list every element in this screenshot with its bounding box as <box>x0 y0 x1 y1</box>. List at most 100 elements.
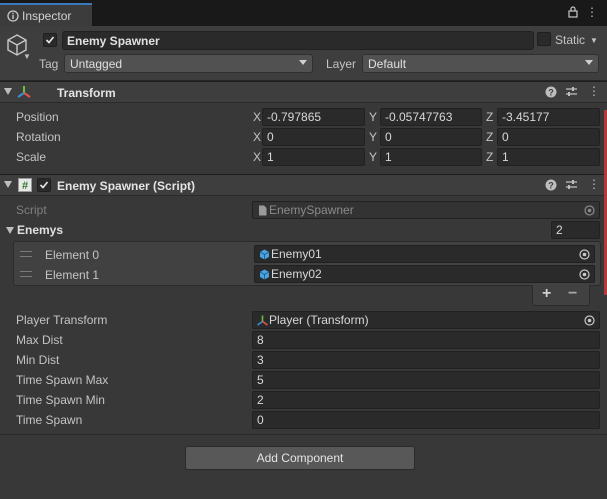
time-spawn-input[interactable]: 0 <box>252 411 600 429</box>
lock-icon[interactable] <box>567 6 579 18</box>
player-transform-label: Player Transform <box>16 313 108 327</box>
static-dropdown-arrow-icon[interactable]: ▼ <box>590 36 598 45</box>
script-file-icon <box>259 205 267 216</box>
layer-label: Layer <box>326 57 357 71</box>
axis-x-label[interactable]: X <box>253 110 261 124</box>
scale-z-input[interactable]: 1 <box>497 148 600 166</box>
scale-label: Scale <box>16 150 47 164</box>
scale-x-input[interactable]: 1 <box>262 148 365 166</box>
time-spawn-min-label: Time Spawn Min <box>16 393 105 407</box>
transform-header[interactable]: Transform ? ⋮ <box>0 81 607 103</box>
component-menu-icon[interactable]: ⋮ <box>588 84 600 98</box>
time-spawn-max-label: Time Spawn Max <box>16 373 109 387</box>
help-icon[interactable]: ? <box>545 86 559 100</box>
foldout-arrow-icon[interactable] <box>4 181 12 188</box>
time-spawn-max-input[interactable]: 5 <box>252 371 600 389</box>
position-label: Position <box>16 110 59 124</box>
tag-value: Untagged <box>70 57 123 71</box>
object-picker-icon[interactable] <box>579 249 590 260</box>
static-checkbox[interactable] <box>537 32 551 46</box>
chevron-down-icon <box>299 60 307 65</box>
add-component-button[interactable]: Add Component <box>185 446 415 470</box>
presets-sliders-icon[interactable] <box>565 86 579 100</box>
axis-z-label[interactable]: Z <box>486 110 493 124</box>
add-element-button[interactable]: + <box>542 285 551 303</box>
prefab-icon <box>259 269 270 280</box>
script-component-title: Enemy Spawner (Script) <box>57 179 196 193</box>
axis-y-label[interactable]: Y <box>369 110 377 124</box>
script-reference-field: EnemySpawner <box>252 201 600 219</box>
object-picker-icon <box>584 205 595 216</box>
tab-label: Inspector <box>22 9 72 23</box>
transform-title: Transform <box>57 86 116 100</box>
script-value: EnemySpawner <box>269 203 354 217</box>
enemys-size-input[interactable]: 2 <box>551 221 600 239</box>
list-footer: + − <box>532 285 590 306</box>
rotation-x-input[interactable]: 0 <box>262 128 365 146</box>
enemys-label[interactable]: Enemys <box>17 223 63 237</box>
tab-inspector[interactable]: Inspector <box>0 3 92 26</box>
drag-handle-icon[interactable] <box>20 271 32 277</box>
axis-y-label[interactable]: Y <box>369 150 377 164</box>
element-1-value: Enemy02 <box>271 267 322 281</box>
active-checkbox[interactable] <box>43 33 57 47</box>
prefab-icon <box>259 249 270 260</box>
element-0-object-field[interactable]: Enemy01 <box>254 245 595 263</box>
script-enabled-checkbox[interactable] <box>37 178 51 192</box>
component-menu-icon[interactable]: ⋮ <box>588 177 600 191</box>
time-spawn-label: Time Spawn <box>16 413 83 427</box>
csharp-script-icon: # <box>18 178 32 192</box>
player-transform-field[interactable]: Player (Transform) <box>252 311 600 329</box>
rotation-y-input[interactable]: 0 <box>380 128 482 146</box>
checkmark-icon <box>39 181 49 189</box>
tag-dropdown[interactable]: Untagged <box>64 54 313 73</box>
enemys-foldout-arrow-icon[interactable] <box>6 227 14 234</box>
axis-z-label[interactable]: Z <box>486 150 493 164</box>
element-0-value: Enemy01 <box>271 247 322 261</box>
tab-bar: Inspector ⋮ <box>0 0 607 26</box>
axis-y-label[interactable]: Y <box>369 130 377 144</box>
object-picker-icon[interactable] <box>579 269 590 280</box>
tag-label: Tag <box>39 57 59 71</box>
scale-y-input[interactable]: 1 <box>380 148 482 166</box>
position-x-input[interactable]: -0.797865 <box>262 108 365 126</box>
axis-x-label[interactable]: X <box>253 130 261 144</box>
axis-x-label[interactable]: X <box>253 150 261 164</box>
position-y-input[interactable]: -0.05747763 <box>380 108 482 126</box>
divider <box>0 434 607 435</box>
element-0-label: Element 0 <box>45 248 100 262</box>
presets-sliders-icon[interactable] <box>565 179 579 193</box>
layer-dropdown[interactable]: Default <box>362 54 599 73</box>
element-1-label: Element 1 <box>45 268 100 282</box>
script-component-header[interactable]: # Enemy Spawner (Script) ? ⋮ <box>0 174 607 196</box>
foldout-arrow-icon[interactable] <box>4 88 12 95</box>
min-dist-input[interactable]: 3 <box>252 351 600 369</box>
object-name-input[interactable]: Enemy Spawner <box>62 31 534 50</box>
chevron-down-icon <box>585 60 593 65</box>
more-options-icon[interactable]: ⋮ <box>586 5 598 19</box>
icon-dropdown-arrow-icon[interactable]: ▼ <box>23 52 31 61</box>
svg-text:?: ? <box>548 181 554 191</box>
object-picker-icon[interactable] <box>584 315 595 326</box>
max-dist-label: Max Dist <box>16 333 63 347</box>
player-transform-value: Player (Transform) <box>269 313 369 327</box>
drag-handle-icon[interactable] <box>20 251 32 257</box>
max-dist-input[interactable]: 8 <box>252 331 600 349</box>
layer-value: Default <box>368 57 407 71</box>
svg-text:#: # <box>22 180 28 192</box>
min-dist-label: Min Dist <box>16 353 60 367</box>
transform-axes-icon <box>17 86 31 98</box>
script-label: Script <box>16 203 47 217</box>
checkmark-icon <box>45 36 55 44</box>
position-z-input[interactable]: -3.45177 <box>497 108 600 126</box>
remove-element-button[interactable]: − <box>568 285 577 303</box>
help-icon[interactable]: ? <box>545 179 559 193</box>
transform-axes-icon <box>257 315 268 326</box>
time-spawn-min-input[interactable]: 2 <box>252 391 600 409</box>
axis-z-label[interactable]: Z <box>486 130 493 144</box>
rotation-z-input[interactable]: 0 <box>497 128 600 146</box>
element-1-object-field[interactable]: Enemy02 <box>254 265 595 283</box>
rotation-label: Rotation <box>16 130 61 144</box>
static-label[interactable]: Static <box>555 33 585 47</box>
info-icon <box>7 10 19 22</box>
